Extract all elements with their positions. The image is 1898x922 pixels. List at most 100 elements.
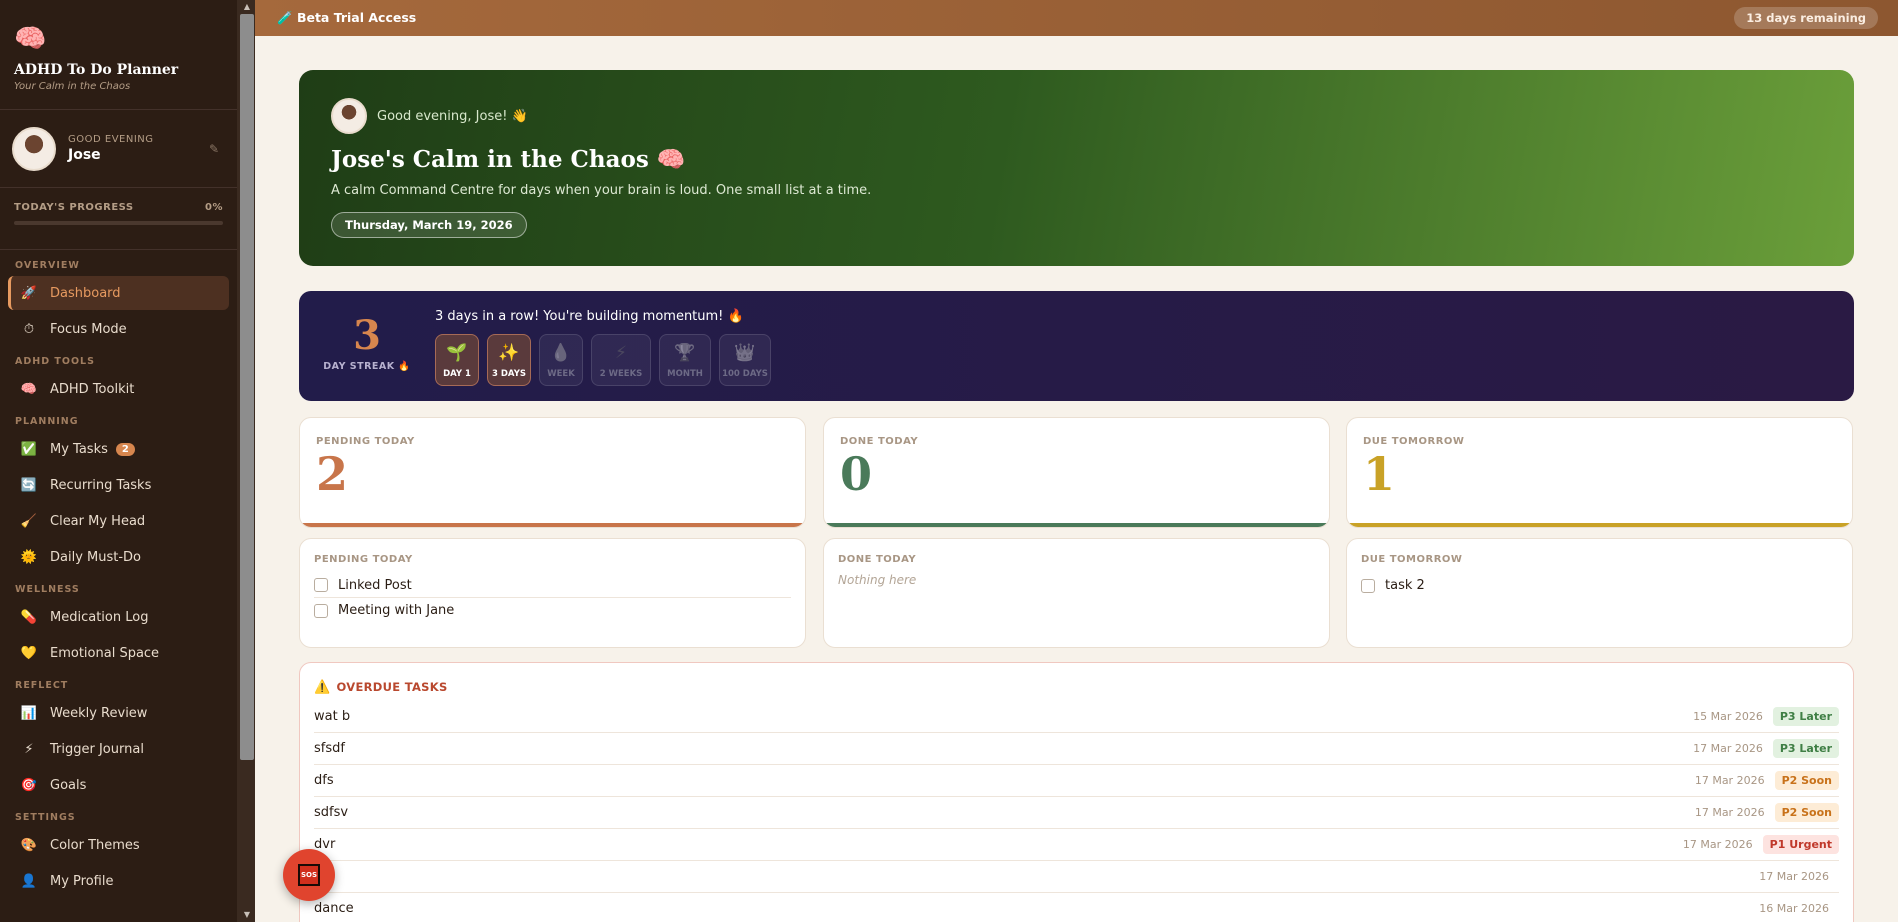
scroll-up-icon[interactable]: ▲ <box>241 2 253 12</box>
streak-badge: 🏆 MONTH <box>659 334 711 386</box>
sidebar-item-adhd-toolkit[interactable]: 🧠 ADHD Toolkit <box>8 372 229 406</box>
my-profile-icon: 👤 <box>20 873 38 889</box>
task-name: dance <box>314 901 354 916</box>
my-tasks-icon: ✅ <box>20 441 38 457</box>
stat-card-pending: PENDING TODAY 2 <box>299 417 806 528</box>
overdue-task-row[interactable]: wat b 15 Mar 2026 P3 Later <box>314 701 1839 733</box>
clear-my-head-icon: 🧹 <box>20 513 38 529</box>
app-title: ADHD To Do Planner <box>14 62 179 78</box>
avatar <box>331 98 367 134</box>
stat-accent-line <box>300 523 805 527</box>
sidebar-item-recurring-tasks[interactable]: 🔄 Recurring Tasks <box>8 468 229 502</box>
priority-badge: P1 Urgent <box>1762 835 1839 854</box>
sidebar-item-label: Weekly Review <box>50 705 148 721</box>
user-card[interactable]: GOOD EVENING Jose ✎ <box>0 110 237 188</box>
sidebar-item-dashboard[interactable]: 🚀 Dashboard <box>8 276 229 310</box>
sidebar-item-focus-mode[interactable]: ⏱ Focus Mode <box>8 312 229 346</box>
sidebar-item-medication-log[interactable]: 💊 Medication Log <box>8 600 229 634</box>
progress-value: 0% <box>205 202 223 213</box>
warning-icon: ⚠️ <box>314 679 331 695</box>
done-list-card: DONE TODAY Nothing here <box>823 538 1330 648</box>
badge-label: WEEK <box>547 369 575 379</box>
sidebar-item-label: Dashboard <box>50 285 121 301</box>
badge-icon: ✨ <box>498 343 520 363</box>
nav-section-label: WELLNESS <box>15 584 80 595</box>
sidebar-item-label: Medication Log <box>50 609 149 625</box>
color-themes-icon: 🎨 <box>20 837 38 853</box>
badge-label: 3 DAYS <box>492 369 526 379</box>
sidebar-item-daily-must-do[interactable]: 🌞 Daily Must-Do <box>8 540 229 574</box>
task-name: sfsdf <box>314 741 345 756</box>
stat-value: 2 <box>316 447 349 501</box>
sidebar-scroll-thumb[interactable] <box>240 14 254 760</box>
badge-icon: ⚡ <box>615 343 627 363</box>
due-date: 17 Mar 2026 <box>1694 806 1765 819</box>
task-title: Linked Post <box>338 577 412 593</box>
sidebar-item-weekly-review[interactable]: 📊 Weekly Review <box>8 696 229 730</box>
sidebar-item-emotional-space[interactable]: 💛 Emotional Space <box>8 636 229 670</box>
sidebar-item-my-tasks[interactable]: ✅ My Tasks 2 <box>8 432 229 466</box>
sidebar-item-label: Trigger Journal <box>50 741 144 757</box>
list-item: Meeting with Jane <box>314 598 791 623</box>
list-label: DUE TOMORROW <box>1361 554 1463 565</box>
overdue-task-row[interactable]: sfsdf 17 Mar 2026 P3 Later <box>314 733 1839 765</box>
edit-icon[interactable]: ✎ <box>209 142 219 156</box>
due-date: 17 Mar 2026 <box>1759 870 1829 883</box>
overdue-task-row[interactable]: dvr 17 Mar 2026 P1 Urgent <box>314 829 1839 861</box>
stat-label: DUE TOMORROW <box>1363 436 1465 447</box>
brain-logo-icon: 🧠 <box>14 24 47 54</box>
sidebar-item-label: My Tasks <box>50 441 108 457</box>
task-checkbox[interactable] <box>314 578 328 592</box>
adhd-toolkit-icon: 🧠 <box>20 381 38 397</box>
sidebar-item-label: Clear My Head <box>50 513 146 529</box>
task-count-badge: 2 <box>115 442 135 456</box>
task-title: Meeting with Jane <box>338 603 455 618</box>
overdue-task-row[interactable]: sdfsv 17 Mar 2026 P2 Soon <box>314 797 1839 829</box>
badge-icon: 🌱 <box>446 343 468 363</box>
streak-message: 3 days in a row! You're building momentu… <box>435 309 744 324</box>
overdue-task-row[interactable]: 17 Mar 2026 <box>314 861 1839 893</box>
sidebar-item-label: Focus Mode <box>50 321 127 337</box>
streak-badge: 💧 WEEK <box>539 334 583 386</box>
task-name: dfs <box>314 773 334 788</box>
list-label: DONE TODAY <box>838 554 917 565</box>
main-content: Good evening, Jose! 👋 Jose's Calm in the… <box>255 36 1898 922</box>
sidebar-item-label: Color Themes <box>50 837 140 853</box>
stat-card-tomorrow: DUE TOMORROW 1 <box>1346 417 1853 528</box>
brand: 🧠 ADHD To Do Planner Your Calm in the Ch… <box>0 0 237 110</box>
nav-section-label: REFLECT <box>15 680 69 691</box>
overdue-task-row[interactable]: dfs 17 Mar 2026 P2 Soon <box>314 765 1839 797</box>
days-remaining-badge: 13 days remaining <box>1734 7 1878 29</box>
daily-must-do-icon: 🌞 <box>20 549 38 565</box>
sidebar-item-trigger-journal[interactable]: ⚡ Trigger Journal <box>8 732 229 766</box>
task-checkbox[interactable] <box>1361 578 1375 593</box>
user-name: Jose <box>68 147 101 163</box>
progress-label: TODAY'S PROGRESS <box>14 202 134 213</box>
page-title: Jose's Calm in the Chaos 🧠 <box>331 146 686 173</box>
sidebar-item-clear-my-head[interactable]: 🧹 Clear My Head <box>8 504 229 538</box>
todays-progress: TODAY'S PROGRESS 0% <box>0 188 237 250</box>
sidebar-item-color-themes[interactable]: 🎨 Color Themes <box>8 828 229 862</box>
streak-badge: 🌱 DAY 1 <box>435 334 479 386</box>
streak-badge: ⚡ 2 WEEKS <box>591 334 651 386</box>
sidebar-nav: OVERVIEW 🚀 Dashboard ⏱ Focus Mode ADHD TOOLS 🧠… <box>0 250 237 898</box>
sos-button[interactable]: SOS <box>283 849 335 901</box>
sidebar-item-goals[interactable]: 🎯 Goals <box>8 768 229 802</box>
app-subtitle: Your Calm in the Chaos <box>14 81 131 92</box>
hero-greeting: Good evening, Jose! 👋 <box>377 108 528 124</box>
task-title: task 2 <box>1385 578 1425 593</box>
medication-log-icon: 💊 <box>20 609 38 625</box>
sidebar-item-my-profile[interactable]: 👤 My Profile <box>8 864 229 898</box>
due-date: 17 Mar 2026 <box>1693 742 1763 755</box>
priority-badge: P2 Soon <box>1774 803 1839 822</box>
overdue-task-row[interactable]: dance 16 Mar 2026 <box>314 893 1839 922</box>
trigger-journal-icon: ⚡ <box>24 741 34 757</box>
streak-label: DAY STREAK 🔥 <box>323 361 411 372</box>
badge-label: 2 WEEKS <box>599 369 643 379</box>
task-checkbox[interactable] <box>314 603 328 618</box>
stat-accent-line <box>824 523 1329 527</box>
sidebar-item-label: Daily Must-Do <box>50 549 142 565</box>
progress-bar <box>14 221 223 225</box>
stat-value: 0 <box>840 447 873 501</box>
scroll-down-icon[interactable]: ▼ <box>241 910 253 920</box>
